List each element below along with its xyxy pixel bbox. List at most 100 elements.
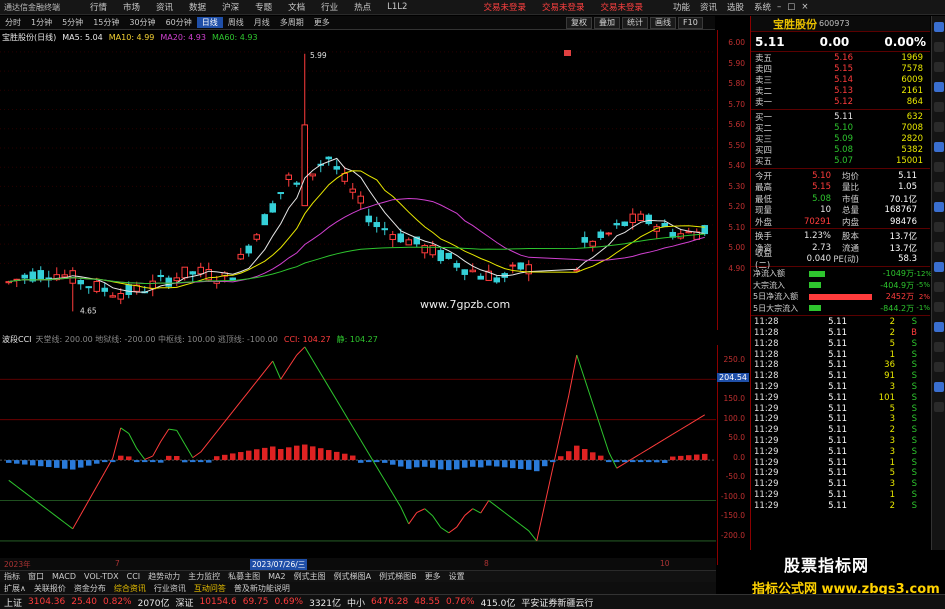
period-tab[interactable]: 30分钟 xyxy=(124,17,160,28)
close-icon[interactable]: × xyxy=(801,2,808,12)
tick-volume: 3 xyxy=(889,414,895,425)
menu-item[interactable]: 资讯 xyxy=(700,1,717,13)
indicator-tab[interactable]: 例式主图 xyxy=(290,571,330,582)
chart-tool-button[interactable]: 画线 xyxy=(650,17,676,29)
menu-item[interactable]: 交易未登录 xyxy=(600,1,643,13)
extension-tab[interactable]: 行业资讯 xyxy=(150,583,190,594)
menu-item[interactable]: 热点 xyxy=(354,1,371,13)
side-tool-icon[interactable] xyxy=(933,42,944,52)
side-tool-icon[interactable] xyxy=(933,262,944,272)
cci-line-segment xyxy=(248,380,258,392)
period-tab[interactable]: 月线 xyxy=(249,17,275,28)
menu-item[interactable]: 系统 xyxy=(754,1,771,13)
stat-value: 98476 xyxy=(889,216,917,227)
side-tool-icon[interactable] xyxy=(933,122,944,132)
cci-indicator-chart[interactable] xyxy=(0,345,716,557)
side-tool-icon[interactable] xyxy=(933,242,944,252)
side-tool-icon[interactable] xyxy=(933,362,944,372)
menu-item[interactable]: 专题 xyxy=(255,1,272,13)
side-tool-icon[interactable] xyxy=(933,302,944,312)
menu-item[interactable]: 数据 xyxy=(189,1,206,13)
menu-item[interactable]: 功能 xyxy=(673,1,690,13)
candle-body xyxy=(589,240,596,247)
side-tool-icon[interactable] xyxy=(933,182,944,192)
menu-item[interactable]: L1L2 xyxy=(387,2,407,12)
indicator-tab[interactable]: 设置 xyxy=(445,571,469,582)
cci-histogram-bar xyxy=(238,452,244,461)
period-tab[interactable]: 15分钟 xyxy=(88,17,124,28)
period-tab[interactable]: 1分钟 xyxy=(26,17,57,28)
side-tool-icon[interactable] xyxy=(933,282,944,292)
chart-tool-button[interactable]: F10 xyxy=(678,17,703,29)
side-tool-icon[interactable] xyxy=(933,82,944,92)
indicator-tab[interactable]: 窗口 xyxy=(24,571,48,582)
period-tab[interactable]: 5分钟 xyxy=(57,17,88,28)
tick-volume: 3 xyxy=(889,436,895,447)
trade-login-status[interactable]: 交易未登录 xyxy=(483,1,526,13)
candlestick-chart[interactable]: 5.99 4.65 xyxy=(0,44,716,329)
extension-tab[interactable]: 扩展∧ xyxy=(0,583,30,594)
side-toolbar[interactable] xyxy=(931,16,945,594)
tick-list[interactable]: 11:28 5.11 2 S 11:28 5.11 2 B 11:28 5.11 5 S 11:28 5.… xyxy=(751,317,930,511)
extension-tab[interactable]: 普及新功能说明 xyxy=(230,583,294,594)
indicator-tab[interactable]: 指标 xyxy=(0,571,24,582)
extension-tab[interactable]: 资金分布 xyxy=(70,583,110,594)
extension-tab[interactable]: 关联报价 xyxy=(30,583,70,594)
cci-line-segment xyxy=(536,504,546,542)
menu-item[interactable]: 资讯 xyxy=(156,1,173,13)
side-tool-icon[interactable] xyxy=(933,202,944,212)
indicator-tab[interactable]: 更多 xyxy=(421,571,445,582)
menu-item[interactable]: 文档 xyxy=(288,1,305,13)
menu-item[interactable]: 市场 xyxy=(123,1,140,13)
period-tab[interactable]: 多周期 xyxy=(275,17,309,28)
side-tool-icon[interactable] xyxy=(933,402,944,412)
side-tool-icon[interactable] xyxy=(933,342,944,352)
indicator-tab[interactable]: 主力监控 xyxy=(184,571,224,582)
side-tool-icon[interactable] xyxy=(933,142,944,152)
chart-tool-button[interactable]: 统计 xyxy=(622,17,648,29)
indicator-tab[interactable]: 趋势动力 xyxy=(144,571,184,582)
stat-label: 量比 xyxy=(841,183,859,194)
flow-bar xyxy=(808,293,873,300)
indicator-tab[interactable]: MACD xyxy=(48,572,80,581)
chart-tool-button[interactable]: 叠加 xyxy=(594,17,620,29)
cci-histogram-bar xyxy=(662,460,668,463)
menu-item[interactable]: 行业 xyxy=(321,1,338,13)
cci-histogram-bar xyxy=(174,456,180,461)
cci-line-segment xyxy=(648,443,658,450)
side-tool-icon[interactable] xyxy=(933,162,944,172)
indicator-tab[interactable]: 例式梯图B xyxy=(375,571,421,582)
period-tab[interactable]: 分时 xyxy=(0,17,26,28)
indicator-tab[interactable]: 私募主图 xyxy=(224,571,264,582)
side-tool-icon[interactable] xyxy=(933,102,944,112)
side-tool-icon[interactable] xyxy=(933,62,944,72)
cci-histogram-bar xyxy=(406,460,412,469)
menu-item[interactable]: 沪深 xyxy=(222,1,239,13)
indicator-tab[interactable]: MA2 xyxy=(264,572,289,581)
period-tab[interactable]: 周线 xyxy=(223,17,249,28)
cci-line-segment xyxy=(240,391,250,402)
indicator-tab[interactable]: CCI xyxy=(123,572,145,581)
period-tab[interactable]: 日线 xyxy=(196,17,223,28)
menu-item[interactable]: 交易未登录 xyxy=(542,1,585,13)
extension-tab[interactable]: 互动问答 xyxy=(190,583,230,594)
flow-bar-fill xyxy=(808,305,822,312)
indicator-tab[interactable]: VOL-TDX xyxy=(80,572,123,581)
menu-item[interactable]: 选股 xyxy=(727,1,744,13)
chart-tool-button[interactable]: 复权 xyxy=(566,17,592,29)
side-tool-icon[interactable] xyxy=(933,22,944,32)
indicator-tab[interactable]: 例式梯图A xyxy=(330,571,375,582)
period-tab[interactable]: 60分钟 xyxy=(161,17,197,28)
menu-item[interactable]: 行情 xyxy=(90,1,107,13)
stat-row: 现量 10 总量 168767 xyxy=(751,204,930,216)
side-tool-icon[interactable] xyxy=(933,322,944,332)
cci-histogram-bar xyxy=(182,460,188,463)
tick-time: 11:29 xyxy=(754,468,779,479)
side-tool-icon[interactable] xyxy=(933,382,944,392)
period-tab[interactable]: 更多 xyxy=(309,17,335,28)
side-tool-icon[interactable] xyxy=(933,222,944,232)
minimize-icon[interactable]: – xyxy=(777,2,781,12)
cci-title: 波段CCI xyxy=(2,334,32,344)
maximize-icon[interactable]: □ xyxy=(787,2,795,12)
extension-tab[interactable]: 综合资讯 xyxy=(110,583,150,594)
